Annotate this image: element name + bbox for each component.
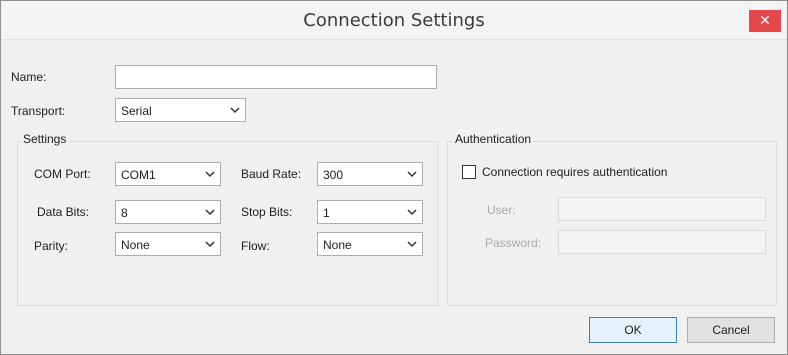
password-input[interactable] xyxy=(558,230,766,254)
com-port-label: COM Port: xyxy=(34,167,91,181)
chevron-down-icon xyxy=(205,171,215,178)
com-port-select[interactable]: COM1 xyxy=(115,162,221,186)
connection-settings-dialog: Connection Settings ✕ Name: Transport: S… xyxy=(0,0,788,355)
name-input[interactable] xyxy=(115,65,437,89)
close-button[interactable]: ✕ xyxy=(749,10,781,32)
chevron-down-icon xyxy=(407,241,417,248)
transport-value: Serial xyxy=(121,104,152,118)
auth-required-label[interactable]: Connection requires authentication xyxy=(482,165,667,179)
data-bits-value: 8 xyxy=(121,206,128,220)
chevron-down-icon xyxy=(205,209,215,216)
password-label: Password: xyxy=(485,236,542,250)
stop-bits-value: 1 xyxy=(323,206,330,220)
auth-required-checkbox[interactable] xyxy=(462,165,476,179)
data-bits-select[interactable]: 8 xyxy=(115,200,221,224)
transport-label: Transport: xyxy=(11,104,66,118)
parity-select[interactable]: None xyxy=(115,232,221,256)
cancel-button[interactable]: Cancel xyxy=(687,317,775,343)
chevron-down-icon xyxy=(205,241,215,248)
settings-group-label: Settings xyxy=(21,132,69,146)
baud-rate-label: Baud Rate: xyxy=(241,167,302,181)
chevron-down-icon xyxy=(230,107,240,114)
title-bar: Connection Settings ✕ xyxy=(1,1,787,40)
flow-select[interactable]: None xyxy=(317,232,423,256)
transport-select[interactable]: Serial xyxy=(115,98,246,122)
stop-bits-label: Stop Bits: xyxy=(241,205,293,219)
authentication-group-label: Authentication xyxy=(453,132,534,146)
parity-value: None xyxy=(121,238,150,252)
com-port-value: COM1 xyxy=(121,168,156,182)
parity-label: Parity: xyxy=(34,239,69,253)
user-input[interactable] xyxy=(558,197,766,221)
close-icon: ✕ xyxy=(759,13,771,29)
ok-button[interactable]: OK xyxy=(589,317,677,343)
flow-value: None xyxy=(323,238,352,252)
user-label: User: xyxy=(487,203,516,217)
chevron-down-icon xyxy=(407,171,417,178)
window-title: Connection Settings xyxy=(303,10,485,31)
chevron-down-icon xyxy=(407,209,417,216)
data-bits-label: Data Bits: xyxy=(37,205,90,219)
stop-bits-select[interactable]: 1 xyxy=(317,200,423,224)
flow-label: Flow: xyxy=(241,239,270,253)
baud-rate-select[interactable]: 300 xyxy=(317,162,423,186)
baud-rate-value: 300 xyxy=(323,168,344,182)
name-label: Name: xyxy=(11,70,47,84)
